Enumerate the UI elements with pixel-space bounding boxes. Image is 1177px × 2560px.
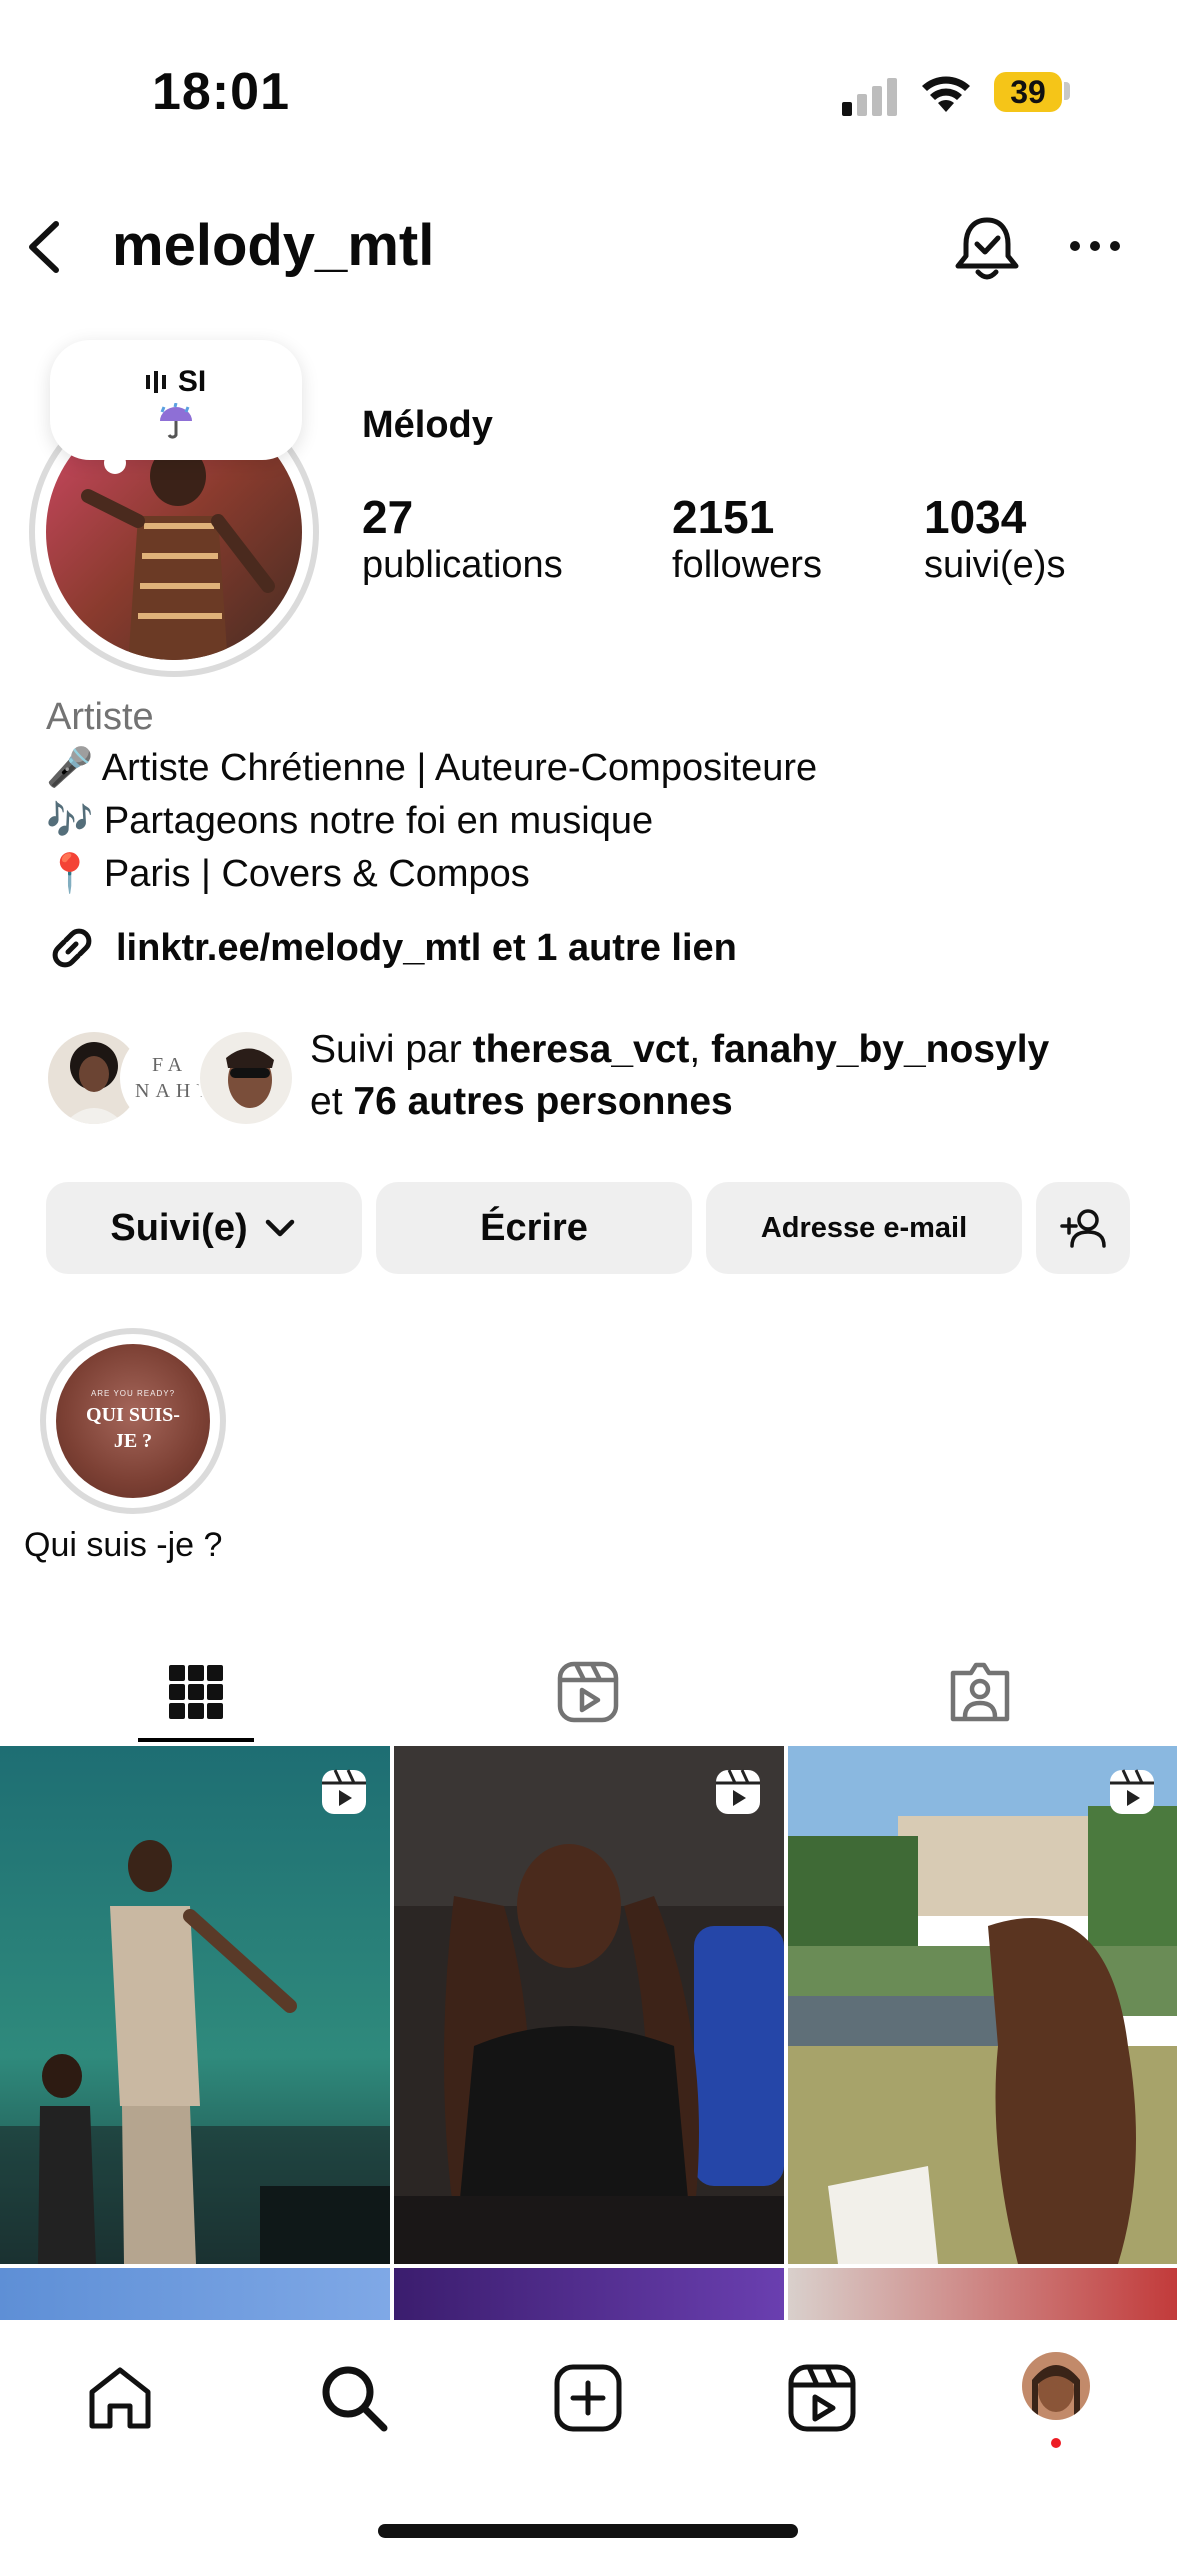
back-arrow-icon[interactable]: [22, 218, 66, 276]
post-thumbnail[interactable]: [394, 2268, 784, 2320]
notification-bell-icon[interactable]: [950, 212, 1024, 282]
followers-label[interactable]: followers: [672, 544, 822, 587]
following-count[interactable]: 1034: [924, 490, 1026, 544]
add-person-icon: [1060, 1209, 1106, 1248]
profile-display-name: Mélody: [362, 404, 493, 446]
email-button[interactable]: Adresse e-mail: [706, 1182, 1022, 1274]
music-notes-emoji: 🎶: [46, 800, 94, 842]
followed-by-prefix: Suivi par: [310, 1028, 462, 1071]
more-options-icon[interactable]: [1068, 236, 1122, 256]
post-thumbnail[interactable]: [0, 1746, 390, 2264]
highlight-cover-title: QUI SUIS-JE ?: [86, 1403, 180, 1452]
profile-note: SI: [60, 365, 292, 449]
post-image: [0, 1746, 390, 2264]
tab-posts-grid[interactable]: [0, 1642, 392, 1742]
posts-label[interactable]: publications: [362, 544, 563, 587]
bio-line: 🎶 Partageons notre foi en musique: [46, 799, 653, 843]
battery-tip: [1064, 82, 1070, 100]
chevron-down-icon: [265, 1219, 294, 1237]
nav-home[interactable]: [80, 2358, 160, 2438]
active-tab-indicator: [138, 1738, 254, 1742]
bio-text: Partageons notre foi en musique: [103, 800, 654, 842]
pin-emoji: 📍: [46, 853, 94, 895]
tagged-person-icon: [950, 1662, 1010, 1722]
highlight-cover-subtitle: ARE YOU READY?: [90, 1388, 176, 1398]
nav-create[interactable]: [548, 2358, 628, 2438]
audio-bars-icon: [145, 371, 166, 393]
followed-by-and: et: [310, 1080, 343, 1123]
nav-profile-avatar[interactable]: [1020, 2350, 1092, 2422]
nav-search[interactable]: [314, 2358, 394, 2438]
bio-line: 📍 Paris | Covers & Compos: [46, 852, 530, 896]
battery-level: 39: [994, 72, 1062, 112]
profile-category: Artiste: [46, 696, 154, 738]
followed-by-separator: ,: [689, 1028, 701, 1071]
avatar-text: FA NAHY: [135, 1054, 217, 1102]
post-thumbnail[interactable]: [788, 2268, 1177, 2320]
tab-tagged[interactable]: [784, 1642, 1176, 1742]
note-bubble-tail: [104, 452, 126, 474]
followers-count[interactable]: 2151: [672, 490, 774, 544]
post-thumbnail[interactable]: [788, 1746, 1177, 2264]
umbrella-rain-icon: [160, 402, 192, 439]
followed-by-text[interactable]: Suivi par theresa_vct, fanahy_by_nosyly …: [310, 1024, 1140, 1128]
home-indicator[interactable]: [378, 2524, 798, 2538]
highlight-cover[interactable]: ARE YOU READY? QUI SUIS-JE ?: [56, 1344, 210, 1498]
mutual-follower-avatar[interactable]: [196, 1028, 296, 1128]
bio-line: 🎤 Artiste Chrétienne | Auteure-Composite…: [46, 746, 817, 790]
reel-badge-icon: [1110, 1769, 1154, 1814]
post-thumbnail[interactable]: [394, 1746, 784, 2264]
nav-reels[interactable]: [782, 2358, 862, 2438]
bio-link[interactable]: linktr.ee/melody_mtl et 1 autre lien: [46, 922, 737, 974]
reels-icon: [788, 2364, 856, 2432]
following-button[interactable]: Suivi(e): [46, 1182, 362, 1274]
highlight-label[interactable]: Qui suis -je ?: [24, 1526, 222, 1565]
post-thumbnail[interactable]: [0, 2268, 390, 2320]
message-button[interactable]: Écrire: [376, 1182, 692, 1274]
status-time: 18:01: [152, 63, 290, 121]
profile-username: melody_mtl: [112, 213, 435, 278]
bio-text: Artiste Chrétienne | Auteure-Compositeur…: [101, 747, 818, 789]
mutual-username[interactable]: theresa_vct: [473, 1028, 690, 1071]
following-button-label: Suivi(e): [110, 1206, 248, 1249]
wifi-icon: [922, 76, 970, 112]
email-button-label: Adresse e-mail: [760, 1211, 968, 1244]
post-image: [788, 1746, 1177, 2264]
mutual-username[interactable]: fanahy_by_nosyly: [711, 1028, 1049, 1071]
grid-icon: [169, 1665, 223, 1719]
posts-count[interactable]: 27: [362, 490, 413, 544]
post-image: [394, 1746, 784, 2264]
search-icon: [322, 2366, 388, 2432]
bio-link-text[interactable]: linktr.ee/melody_mtl et 1 autre lien: [116, 927, 737, 970]
message-button-label: Écrire: [480, 1206, 588, 1249]
tab-reels[interactable]: [392, 1642, 784, 1742]
note-text: SI: [177, 365, 207, 398]
bio-text: Paris | Covers & Compos: [103, 853, 530, 895]
cellular-signal-icon: [842, 78, 897, 116]
link-icon: [52, 928, 92, 968]
following-label[interactable]: suivi(e)s: [924, 544, 1065, 587]
home-icon: [89, 2367, 151, 2429]
microphone-emoji: 🎤: [46, 747, 94, 789]
create-post-icon: [554, 2364, 622, 2432]
suggested-users-button[interactable]: [1036, 1182, 1130, 1274]
mutual-others-count[interactable]: 76 autres personnes: [353, 1080, 732, 1123]
reel-badge-icon: [716, 1769, 760, 1814]
reels-icon: [557, 1661, 619, 1723]
notification-dot: [1051, 2438, 1061, 2448]
reel-badge-icon: [322, 1769, 366, 1814]
